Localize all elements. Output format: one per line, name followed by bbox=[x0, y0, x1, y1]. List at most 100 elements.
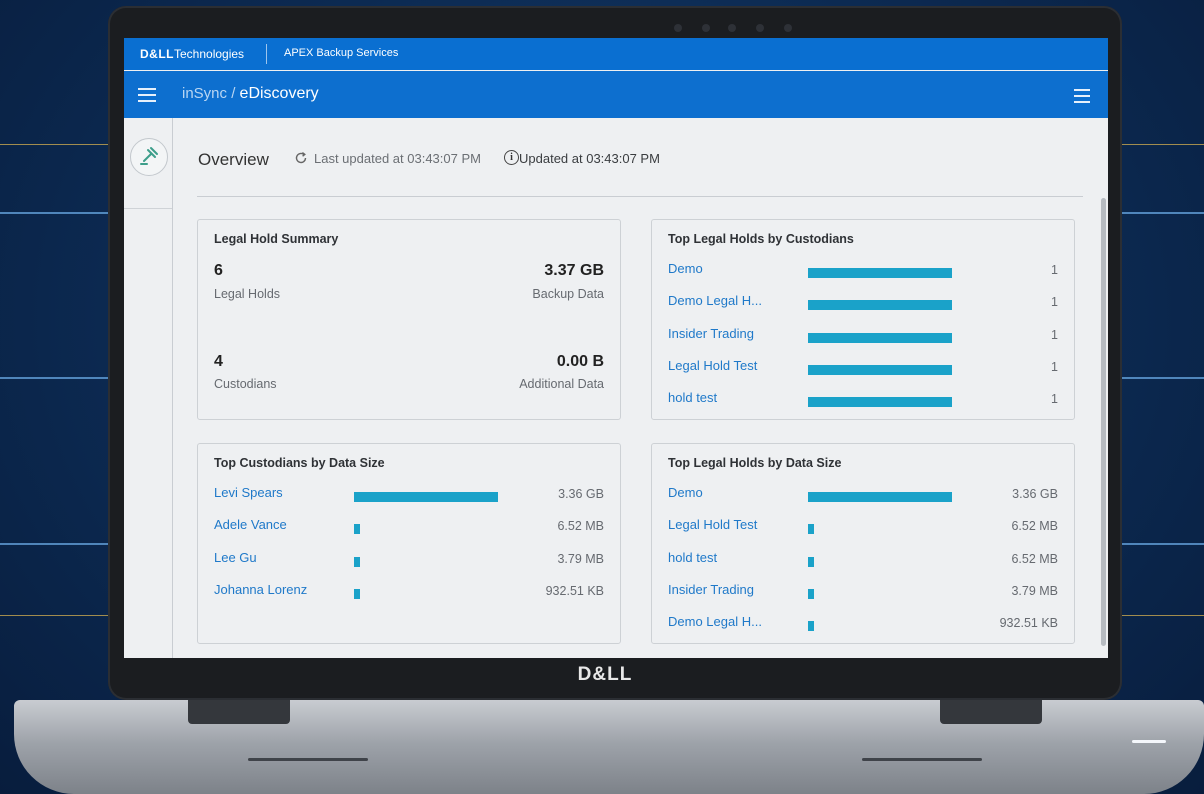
list-item-link[interactable]: Legal Hold Test bbox=[668, 358, 757, 373]
list-item-value: 6.52 MB bbox=[1011, 519, 1058, 534]
list-item-value: 3.79 MB bbox=[557, 551, 604, 566]
last-updated-text: Last updated at 03:43:07 PM bbox=[314, 151, 481, 166]
power-light bbox=[1132, 740, 1166, 743]
app-screen: D&LLTechnologies APEX Backup Services in… bbox=[124, 38, 1108, 658]
top-holds-by-size-card: Top Legal Holds by Data Size Demo 3.36 GB… bbox=[651, 443, 1075, 644]
product-name: APEX Backup Services bbox=[284, 47, 399, 59]
data-bar bbox=[808, 492, 952, 502]
breadcrumb: inSync / eDiscovery bbox=[182, 85, 319, 102]
list-item-value: 6.52 MB bbox=[557, 519, 604, 534]
list-item-link[interactable]: Insider Trading bbox=[668, 326, 754, 341]
list-item-value: 1 bbox=[1051, 327, 1058, 342]
list-item-value: 3.36 GB bbox=[1012, 487, 1058, 501]
webcam bbox=[668, 20, 808, 36]
legal-hold-summary-card: Legal Hold Summary 6 Legal Holds 3.37 GB… bbox=[197, 219, 621, 420]
vent bbox=[862, 758, 982, 761]
list-item: Johanna Lorenz 932.51 KB bbox=[214, 582, 604, 602]
hinge bbox=[188, 700, 290, 724]
card-title: Top Legal Holds by Data Size bbox=[668, 456, 842, 470]
legal-hold-gavel-icon[interactable] bbox=[130, 138, 168, 176]
backup-data-value: 3.37 GB bbox=[544, 262, 604, 279]
list-item: Demo 1 bbox=[668, 261, 1058, 281]
list-item-link[interactable]: Demo bbox=[668, 485, 703, 500]
page-title: Overview bbox=[198, 150, 269, 169]
list-item: Demo 3.36 GB bbox=[668, 485, 1058, 505]
data-bar bbox=[354, 556, 360, 567]
custodians-label: Custodians bbox=[214, 377, 277, 391]
main-content: Overview Last updated at 03:43:07 PM i U… bbox=[173, 118, 1108, 658]
hinge bbox=[940, 700, 1042, 724]
options-menu-icon[interactable] bbox=[1074, 89, 1090, 107]
data-bar bbox=[354, 588, 360, 599]
list-item: Legal Hold Test 6.52 MB bbox=[668, 517, 1058, 537]
list-item-link[interactable]: Legal Hold Test bbox=[668, 517, 757, 532]
list-item: Insider Trading 3.79 MB bbox=[668, 582, 1058, 602]
brand-header: D&LLTechnologies APEX Backup Services bbox=[124, 38, 1108, 70]
list-item-value: 6.52 MB bbox=[1011, 551, 1058, 566]
list-item-value: 1 bbox=[1051, 295, 1058, 310]
list-item-link[interactable]: Lee Gu bbox=[214, 550, 257, 565]
divider bbox=[197, 196, 1083, 197]
list-item-value: 3.36 GB bbox=[558, 487, 604, 501]
data-bar bbox=[808, 332, 952, 343]
info-icon[interactable]: i bbox=[504, 150, 519, 165]
top-custodians-by-size-card: Top Custodians by Data Size Levi Spears 3… bbox=[197, 443, 621, 644]
dell-technologies-logo: D&LLTechnologies bbox=[140, 47, 245, 61]
list-item-link[interactable]: Demo bbox=[668, 261, 703, 276]
list-item-value: 1 bbox=[1051, 359, 1058, 374]
list-item-link[interactable]: hold test bbox=[668, 390, 717, 405]
list-item: Insider Trading 1 bbox=[668, 326, 1058, 346]
nav-bar: inSync / eDiscovery bbox=[124, 71, 1108, 118]
refresh-icon[interactable] bbox=[294, 151, 308, 165]
data-bar bbox=[808, 300, 952, 311]
brand-divider bbox=[266, 44, 267, 64]
list-item: hold test 1 bbox=[668, 390, 1058, 410]
list-item-link[interactable]: Insider Trading bbox=[668, 582, 754, 597]
data-bar bbox=[808, 556, 814, 567]
list-item-link[interactable]: hold test bbox=[668, 550, 717, 565]
additional-data-value: 0.00 B bbox=[556, 353, 604, 370]
breadcrumb-ediscovery: eDiscovery bbox=[239, 85, 319, 102]
side-divider bbox=[124, 208, 172, 209]
card-title: Top Custodians by Data Size bbox=[214, 456, 385, 470]
data-bar bbox=[808, 524, 814, 535]
side-rail bbox=[124, 118, 173, 658]
updated-tooltip-text: Updated at 03:43:07 PM bbox=[519, 151, 660, 166]
list-item-link[interactable]: Levi Spears bbox=[214, 485, 283, 500]
list-item-link[interactable]: Adele Vance bbox=[214, 517, 287, 532]
data-bar bbox=[354, 492, 498, 502]
list-item-link[interactable]: Demo Legal H... bbox=[668, 293, 762, 308]
dell-bezel-logo: D&LL bbox=[577, 664, 633, 685]
list-item-value: 1 bbox=[1051, 392, 1058, 407]
list-item-value: 1 bbox=[1051, 263, 1058, 277]
list-item: hold test 6.52 MB bbox=[668, 550, 1058, 570]
list-item: Demo Legal H... 1 bbox=[668, 293, 1058, 313]
backup-data-label: Backup Data bbox=[532, 287, 604, 301]
vent bbox=[248, 758, 368, 761]
additional-data-label: Additional Data bbox=[519, 377, 604, 391]
data-bar bbox=[808, 397, 952, 408]
list-item-link[interactable]: Johanna Lorenz bbox=[214, 582, 307, 597]
custodians-count: 4 bbox=[214, 353, 223, 370]
list-item-value: 932.51 KB bbox=[545, 583, 604, 598]
data-bar bbox=[808, 364, 952, 375]
list-item: Legal Hold Test 1 bbox=[668, 358, 1058, 378]
legal-holds-label: Legal Holds bbox=[214, 287, 281, 301]
data-bar bbox=[808, 621, 814, 632]
list-item: Demo Legal H... 932.51 KB bbox=[668, 614, 1058, 634]
data-bar bbox=[808, 588, 814, 599]
data-bar bbox=[808, 268, 952, 278]
hamburger-menu-icon[interactable] bbox=[138, 88, 156, 102]
list-item-link[interactable]: Demo Legal H... bbox=[668, 614, 762, 629]
list-item: Adele Vance 6.52 MB bbox=[214, 517, 604, 537]
list-item: Levi Spears 3.36 GB bbox=[214, 485, 604, 505]
top-holds-by-custodians-card: Top Legal Holds by Custodians Demo 1 Demo … bbox=[651, 219, 1075, 420]
data-bar bbox=[354, 524, 360, 535]
legal-holds-count: 6 bbox=[214, 262, 223, 279]
list-item-value: 932.51 KB bbox=[999, 616, 1058, 631]
scrollbar[interactable] bbox=[1101, 198, 1106, 646]
card-title: Top Legal Holds by Custodians bbox=[668, 232, 854, 246]
list-item: Lee Gu 3.79 MB bbox=[214, 550, 604, 570]
list-item-value: 3.79 MB bbox=[1011, 583, 1058, 598]
breadcrumb-insync[interactable]: inSync bbox=[182, 85, 227, 102]
